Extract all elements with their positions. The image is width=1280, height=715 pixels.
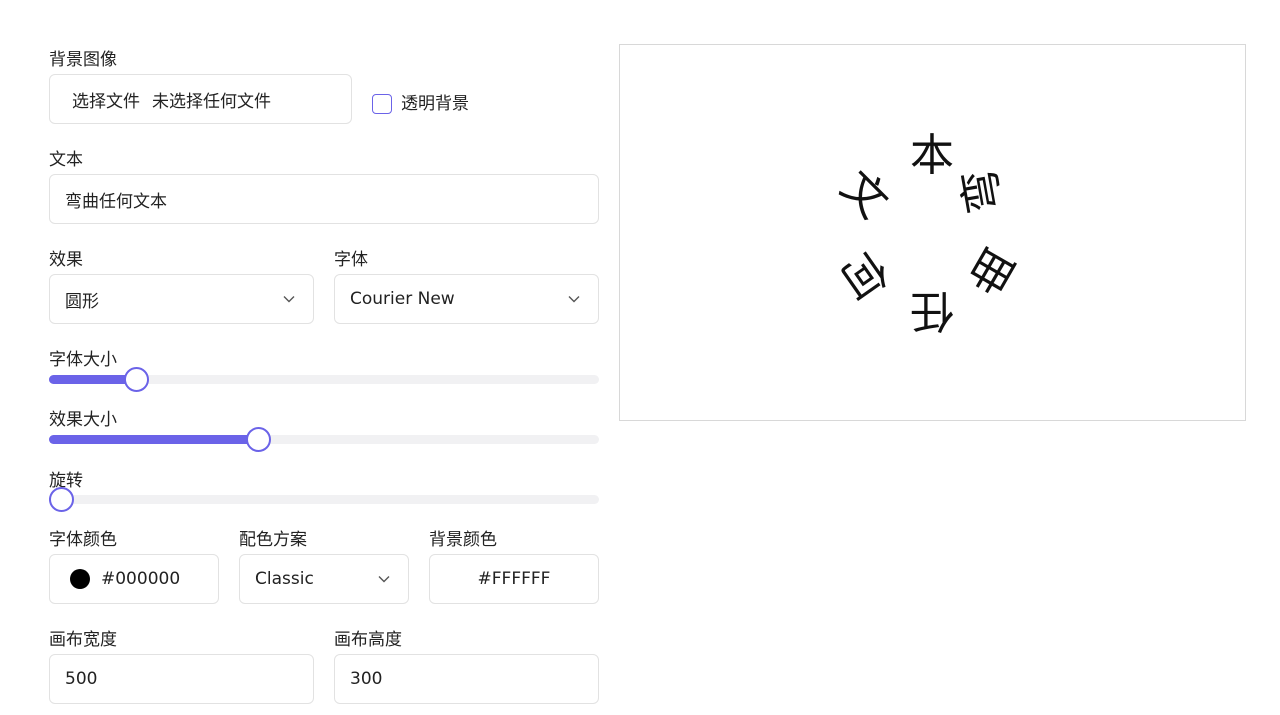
background-color-label: 背景颜色: [429, 530, 497, 550]
font-size-label: 字体大小: [49, 350, 117, 370]
font-color-value: #000000: [101, 569, 181, 589]
font-size-slider-thumb[interactable]: [124, 367, 150, 392]
canvas-width-value: 500: [65, 669, 98, 689]
preview-canvas: 弯 曲 任 何 文 本: [619, 44, 1246, 421]
font-select-value: Courier New: [350, 289, 455, 309]
background-color-picker[interactable]: #FFFFFF: [429, 554, 599, 604]
choose-file-button[interactable]: 选择文件: [72, 87, 140, 112]
file-status-text: 未选择任何文件: [152, 91, 271, 112]
effect-select[interactable]: 圆形: [49, 274, 314, 324]
curved-char-4: 何: [831, 240, 897, 308]
curved-char-3: 任: [910, 285, 954, 336]
chevron-down-icon: [283, 296, 295, 303]
transparent-background-checkbox[interactable]: [372, 94, 392, 114]
canvas-width-label: 画布宽度: [49, 630, 117, 650]
background-color-value: #FFFFFF: [477, 569, 551, 589]
curved-char-2: 曲: [960, 237, 1025, 304]
color-scheme-select-value: Classic: [255, 569, 314, 589]
effect-size-slider-thumb[interactable]: [245, 427, 271, 452]
effect-size-label: 效果大小: [49, 410, 117, 430]
effect-size-slider-fill: [49, 435, 259, 444]
color-scheme-label: 配色方案: [239, 530, 307, 550]
file-picker[interactable]: 选择文件 未选择任何文件: [49, 74, 352, 124]
canvas-height-value: 300: [350, 669, 383, 689]
effect-select-value: 圆形: [65, 291, 99, 312]
curved-char-6: 本: [910, 130, 954, 181]
font-select[interactable]: Courier New: [334, 274, 599, 324]
font-color-picker[interactable]: #000000: [49, 554, 219, 604]
effect-label: 效果: [49, 250, 83, 270]
color-scheme-select[interactable]: Classic: [239, 554, 409, 604]
text-label: 文本: [49, 150, 83, 170]
chevron-down-icon: [568, 296, 580, 303]
background-image-label: 背景图像: [49, 50, 117, 70]
canvas-width-input[interactable]: 500: [49, 654, 314, 704]
curved-char-5: 文: [830, 161, 898, 229]
chevron-down-icon: [378, 576, 390, 583]
text-input[interactable]: 弯曲任何文本: [49, 174, 599, 224]
canvas-height-label: 画布高度: [334, 630, 402, 650]
rotation-slider-thumb[interactable]: [49, 487, 74, 512]
font-color-swatch: [70, 569, 90, 589]
rotation-slider-track[interactable]: [49, 495, 599, 504]
canvas-height-input[interactable]: 300: [334, 654, 599, 704]
font-label: 字体: [334, 250, 368, 270]
transparent-background-label[interactable]: 透明背景: [401, 94, 469, 114]
text-input-value: 弯曲任何文本: [65, 191, 167, 212]
font-color-label: 字体颜色: [49, 530, 117, 550]
curved-char-1: 弯: [953, 164, 1012, 218]
